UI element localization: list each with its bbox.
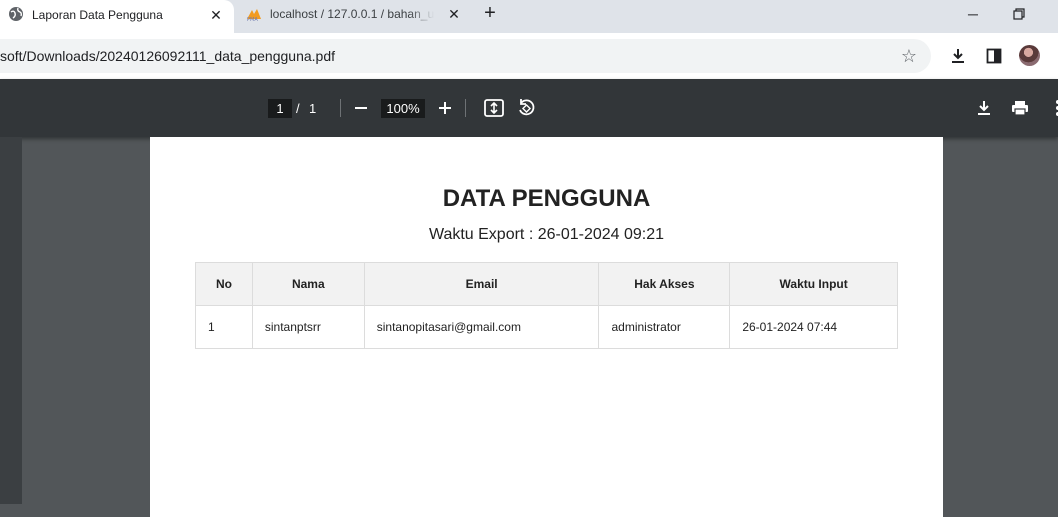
column-header: Nama [251, 262, 365, 306]
table-cell: sintanopitasari@gmail.com [363, 305, 600, 349]
user-table: No Nama Email Hak Akses Waktu Input 1 si… [195, 262, 898, 349]
pdf-page: DATA PENGGUNA Waktu Export : 26-01-2024 … [150, 137, 943, 517]
total-pages: 1 [309, 101, 317, 116]
tab-title: localhost / 127.0.0.1 / bahan_uji [270, 7, 434, 21]
table-cell: 1 [195, 305, 253, 349]
globe-icon [8, 6, 24, 22]
fit-page-icon[interactable] [482, 96, 506, 120]
restore-icon[interactable] [1007, 4, 1031, 24]
address-bar: soft/Downloads/20240126092111_data_pengg… [0, 33, 1058, 79]
column-header: Email [363, 262, 600, 306]
download-icon[interactable] [972, 96, 996, 120]
rotate-icon[interactable] [514, 96, 538, 120]
table-header-row: No Nama Email Hak Akses Waktu Input [195, 262, 898, 306]
minimize-icon[interactable]: ─ [961, 4, 985, 24]
print-icon[interactable] [1008, 96, 1032, 120]
column-header: Hak Akses [598, 262, 731, 306]
table-cell: 26-01-2024 07:44 [729, 305, 898, 349]
tab-strip: Laporan Data Pengguna ✕ PMA localhost / … [0, 0, 1058, 33]
tab-title: Laporan Data Pengguna [32, 8, 163, 22]
table-cell: sintanptsrr [251, 305, 365, 349]
export-time: Waktu Export : 26-01-2024 09:21 [428, 226, 665, 243]
download-icon[interactable] [946, 44, 970, 68]
new-tab-button[interactable]: + [480, 3, 500, 24]
page-number-input[interactable]: 1 [268, 99, 292, 118]
table-cell: administrator [598, 305, 731, 349]
divider [465, 99, 466, 117]
bookmark-star-icon[interactable]: ☆ [901, 46, 917, 67]
url-text[interactable]: soft/Downloads/20240126092111_data_pengg… [0, 48, 335, 64]
page-separator: / [296, 101, 300, 116]
zoom-out-icon[interactable] [349, 96, 373, 120]
pdf-toolbar: 1 / 1 100% [0, 79, 1058, 137]
close-tab-icon[interactable]: ✕ [208, 7, 224, 23]
tab-phpmyadmin[interactable]: PMA localhost / 127.0.0.1 / bahan_uji ✕ [236, 0, 472, 29]
close-tab-icon[interactable]: ✕ [446, 6, 462, 22]
more-options-icon[interactable] [1046, 96, 1058, 120]
tab-laporan[interactable]: Laporan Data Pengguna ✕ [0, 0, 234, 33]
thumbnail-sidebar [0, 137, 22, 504]
phpmyadmin-icon: PMA [246, 6, 262, 22]
column-header: Waktu Input [729, 262, 898, 306]
divider [340, 99, 341, 117]
side-panel-icon[interactable] [982, 44, 1006, 68]
svg-text:PMA: PMA [247, 17, 258, 22]
column-header: No [195, 262, 253, 306]
zoom-in-icon[interactable] [433, 96, 457, 120]
zoom-input[interactable]: 100% [381, 99, 425, 118]
profile-avatar[interactable] [1019, 45, 1040, 66]
table-row: 1 sintanptsrr sintanopitasari@gmail.com … [195, 305, 898, 349]
omnibox[interactable]: soft/Downloads/20240126092111_data_pengg… [0, 39, 931, 73]
document-title: DATA PENGGUNA [442, 185, 651, 212]
